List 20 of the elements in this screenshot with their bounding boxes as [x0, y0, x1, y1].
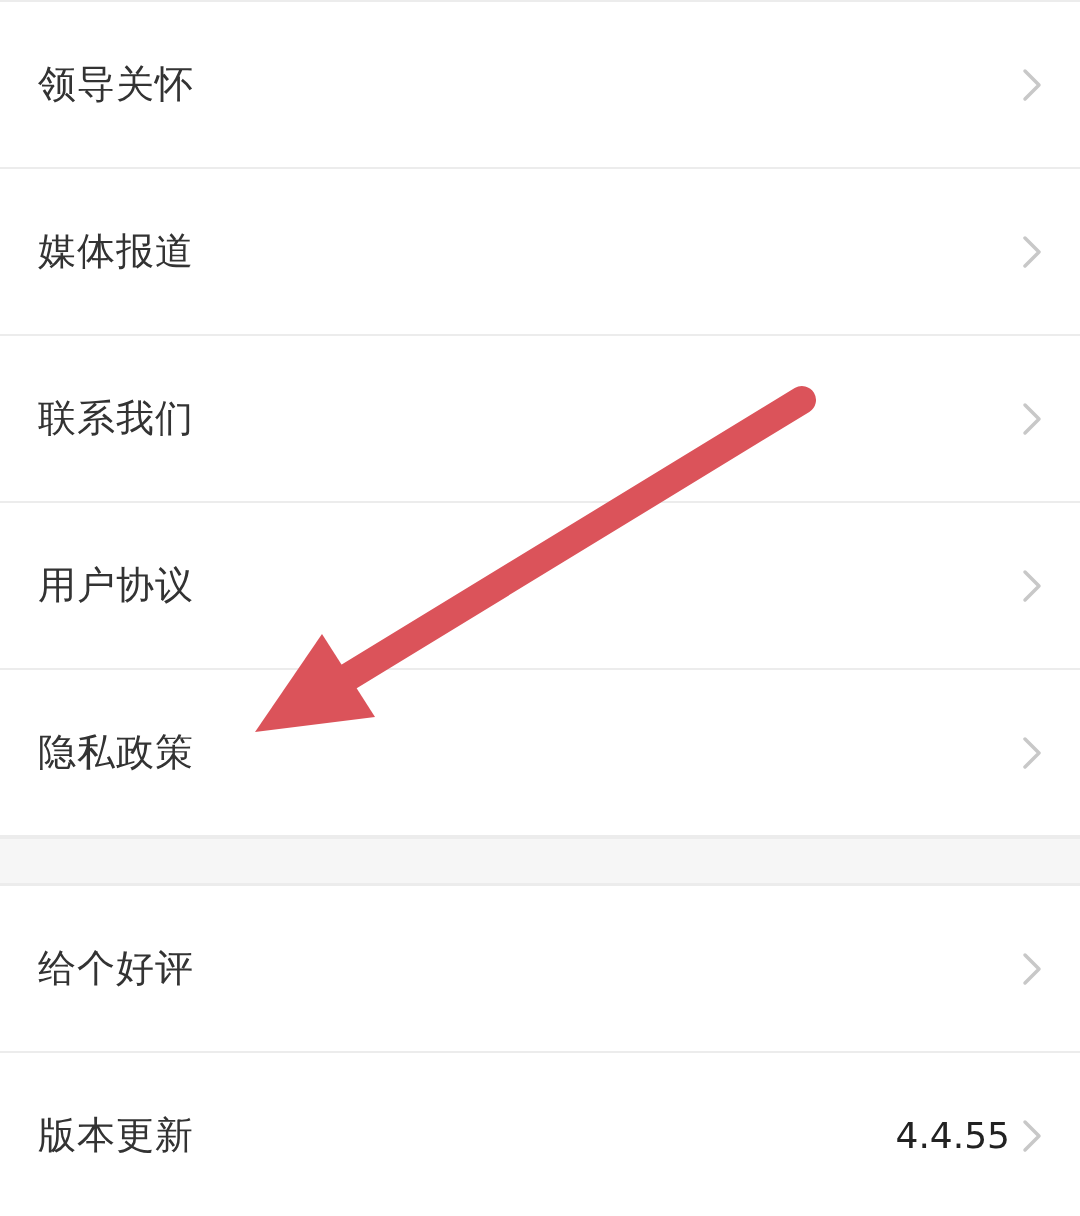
- item-label: 版本更新: [38, 1112, 194, 1159]
- item-label: 给个好评: [38, 945, 194, 992]
- settings-item[interactable]: 领导关怀: [0, 2, 1080, 169]
- item-label: 联系我们: [38, 395, 194, 442]
- chevron-icon: [1022, 1118, 1042, 1153]
- item-label: 媒体报道: [38, 228, 194, 275]
- chevron-icon: [1022, 67, 1042, 102]
- settings-item[interactable]: 联系我们: [0, 336, 1080, 503]
- chevron-icon: [1022, 951, 1042, 986]
- settings-item[interactable]: 媒体报道: [0, 169, 1080, 336]
- settings-item[interactable]: 给个好评: [0, 886, 1080, 1053]
- item-label: 领导关怀: [38, 61, 194, 108]
- item-label: 用户协议: [38, 562, 194, 609]
- chevron-icon: [1022, 568, 1042, 603]
- item-label: 隐私政策: [38, 729, 194, 776]
- version-number: 4.4.55: [895, 1115, 1010, 1156]
- chevron-icon: [1022, 234, 1042, 269]
- chevron-icon: [1022, 735, 1042, 770]
- chevron-icon: [1022, 401, 1042, 436]
- settings-item[interactable]: 版本更新 4.4.55: [0, 1053, 1080, 1216]
